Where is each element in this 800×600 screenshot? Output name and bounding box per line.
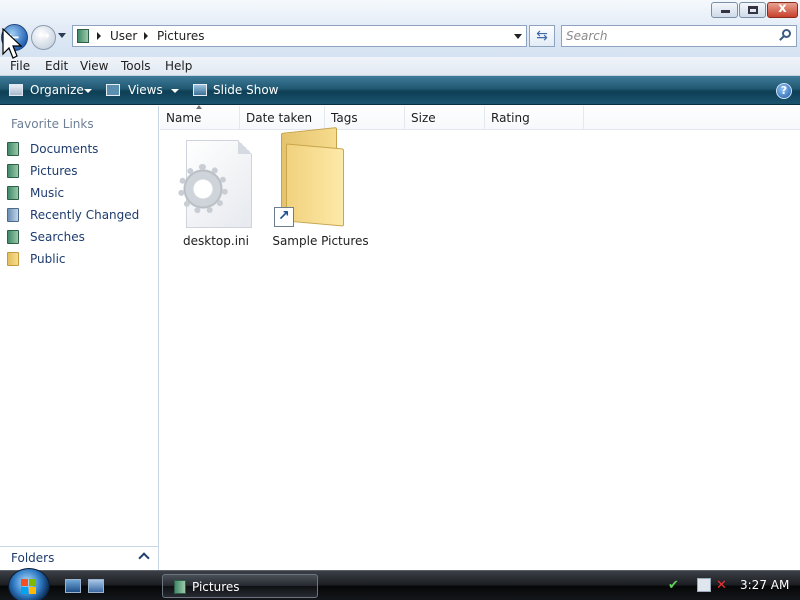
- minimize-button[interactable]: [711, 2, 738, 18]
- volume-muted-icon[interactable]: ✕: [716, 578, 730, 593]
- clock[interactable]: 3:27 AM: [740, 578, 789, 592]
- folder-front-icon: [286, 143, 344, 227]
- address-dropdown-icon[interactable]: [514, 34, 522, 39]
- views-dropdown-icon[interactable]: [171, 89, 179, 93]
- folders-toggle[interactable]: Folders: [0, 546, 158, 570]
- sidebar-item-label: Recently Changed: [30, 208, 140, 222]
- command-bar: Organize Views Slide Show: [0, 76, 800, 105]
- file-list: Name Date taken Tags Size Rating desktop…: [160, 105, 800, 570]
- help-button[interactable]: ?: [776, 83, 792, 99]
- recent-pages-dropdown-icon[interactable]: [58, 33, 66, 38]
- slideshow-button[interactable]: Slide Show: [213, 83, 278, 97]
- notification-area: ✔ ✕ 3:27 AM: [663, 573, 800, 599]
- forward-arrow-icon: →: [38, 28, 50, 44]
- search-input[interactable]: [566, 28, 766, 44]
- menu-edit[interactable]: Edit: [45, 59, 68, 73]
- sidebar-item-public[interactable]: Public: [0, 249, 158, 269]
- column-rating[interactable]: Rating: [485, 106, 584, 130]
- sidebar-item-label: Searches: [30, 230, 85, 244]
- breadcrumb-pictures[interactable]: Pictures: [157, 29, 205, 43]
- show-desktop-icon[interactable]: [65, 579, 81, 593]
- close-icon: x: [778, 1, 787, 16]
- switch-windows-icon[interactable]: [88, 579, 104, 593]
- file-name: desktop.ini: [183, 234, 249, 248]
- navigation-bar: x ← → User Pictures ⇆: [0, 0, 800, 57]
- documents-icon: [7, 142, 19, 156]
- taskbar: Pictures ✔ ✕ 3:27 AM: [0, 568, 800, 600]
- maximize-icon: [748, 6, 758, 14]
- menu-view[interactable]: View: [80, 59, 108, 73]
- organize-button[interactable]: Organize: [30, 83, 84, 97]
- minimize-icon: [721, 10, 730, 13]
- folders-label: Folders: [11, 551, 55, 565]
- taskbar-button-pictures[interactable]: Pictures: [162, 574, 318, 598]
- folder-item-sample-pictures[interactable]: ↗ Sample Pictures: [270, 106, 371, 248]
- breadcrumb-chevron-icon[interactable]: [144, 32, 148, 40]
- refresh-button[interactable]: ⇆: [529, 25, 555, 47]
- views-icon: [106, 84, 120, 96]
- maximize-button[interactable]: [739, 2, 766, 18]
- music-icon: [7, 186, 19, 200]
- sidebar-item-label: Public: [30, 252, 66, 266]
- sidebar-item-music[interactable]: Music: [0, 183, 158, 203]
- menu-bar: File Edit View Tools Help: [0, 57, 800, 76]
- refresh-icon: ⇆: [536, 28, 548, 44]
- public-folder-icon: [7, 252, 19, 266]
- menu-tools[interactable]: Tools: [121, 59, 151, 73]
- favorite-links-heading: Favorite Links: [11, 117, 94, 131]
- views-button[interactable]: Views: [128, 83, 163, 97]
- menu-help[interactable]: Help: [165, 59, 192, 73]
- sidebar-item-label: Pictures: [30, 164, 78, 178]
- column-label: Rating: [491, 111, 530, 125]
- searches-icon: [7, 230, 19, 244]
- sidebar-item-pictures[interactable]: Pictures: [0, 161, 158, 181]
- file-item-desktop-ini[interactable]: desktop.ini: [166, 106, 266, 248]
- address-bar[interactable]: User Pictures: [72, 25, 527, 47]
- organize-icon: [9, 84, 23, 96]
- navigation-pane: Favorite Links Documents Pictures Music …: [0, 106, 159, 570]
- sidebar-item-searches[interactable]: Searches: [0, 227, 158, 247]
- column-label: Size: [411, 111, 436, 125]
- security-check-icon[interactable]: ✔: [668, 578, 682, 593]
- chevron-up-icon: [138, 552, 150, 564]
- breadcrumb-user[interactable]: User: [110, 29, 137, 43]
- sidebar-item-recently-changed[interactable]: Recently Changed: [0, 205, 158, 225]
- forward-button[interactable]: →: [31, 25, 56, 50]
- slideshow-icon: [193, 84, 207, 96]
- pictures-icon: [174, 580, 186, 594]
- organize-dropdown-icon[interactable]: [84, 89, 92, 93]
- mouse-cursor-icon: [2, 28, 22, 59]
- close-button[interactable]: x: [767, 1, 798, 18]
- network-disconnected-icon[interactable]: [697, 578, 711, 592]
- column-size[interactable]: Size: [405, 106, 485, 130]
- sidebar-item-label: Documents: [30, 142, 99, 156]
- shortcut-arrow-icon: ↗: [274, 207, 294, 227]
- folder-name: Sample Pictures: [272, 234, 369, 248]
- start-button[interactable]: [8, 568, 50, 600]
- taskbar-button-label: Pictures: [192, 580, 240, 594]
- search-box[interactable]: [561, 25, 797, 47]
- gear-icon: [178, 164, 228, 214]
- recently-changed-icon: [7, 208, 19, 222]
- pictures-location-icon: [77, 29, 89, 43]
- search-icon[interactable]: [779, 29, 791, 43]
- sidebar-item-documents[interactable]: Documents: [0, 139, 158, 159]
- windows-logo-icon: [21, 579, 37, 595]
- breadcrumb-chevron-icon[interactable]: [97, 32, 101, 40]
- pictures-icon: [7, 164, 19, 178]
- sidebar-item-label: Music: [30, 186, 65, 200]
